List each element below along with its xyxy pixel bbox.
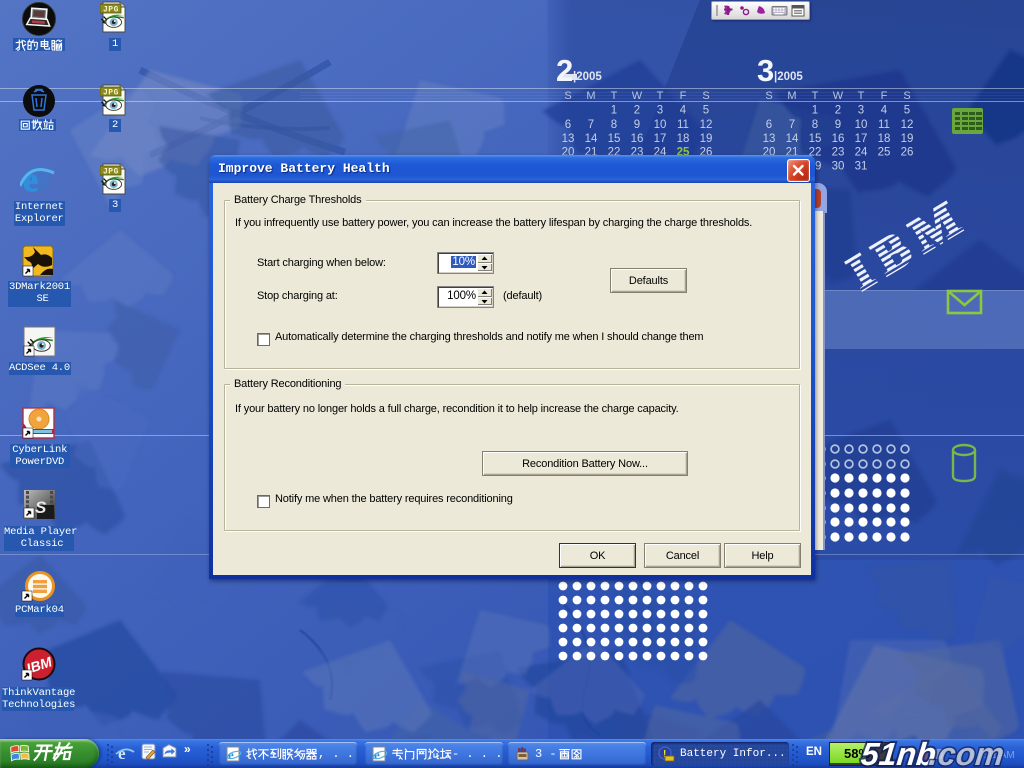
svg-text:F: F [881,90,888,102]
svg-text:12: 12 [901,119,914,131]
svg-text:|2005: |2005 [573,71,602,83]
svg-text:e: e [118,744,126,763]
svg-text:12: 12 [700,119,713,131]
svg-text:11: 11 [878,119,890,131]
svg-text:T: T [611,90,618,102]
svg-text:S: S [702,90,709,102]
svg-text:S: S [765,90,772,102]
svg-text:31: 31 [855,161,868,173]
svg-text:15: 15 [809,133,822,145]
svg-text:T: T [812,90,819,102]
svg-text:2: 2 [556,53,573,88]
svg-text:11: 11 [677,119,689,131]
svg-text:7: 7 [588,119,594,131]
svg-text:26: 26 [901,147,914,159]
svg-text:10: 10 [855,119,868,131]
svg-text:e: e [23,162,38,198]
svg-text:3: 3 [657,105,663,117]
svg-text:.com: .com [927,738,1005,768]
svg-text:51nb: 51nb [859,738,937,768]
svg-text:T: T [657,90,664,102]
svg-text:16: 16 [832,133,845,145]
svg-text:19: 19 [901,133,914,145]
svg-text:13: 13 [763,133,776,145]
svg-text:18: 18 [677,133,690,145]
svg-text:15: 15 [608,133,621,145]
svg-text:7: 7 [789,119,795,131]
svg-text:4: 4 [881,105,888,117]
svg-text:1: 1 [611,105,617,117]
svg-text:10: 10 [654,119,667,131]
svg-text:6: 6 [766,119,772,131]
svg-text:13: 13 [562,133,575,145]
svg-text:T: T [858,90,865,102]
svg-text:5: 5 [904,105,910,117]
svg-text:5: 5 [703,105,709,117]
svg-text:JPG: JPG [103,89,119,98]
svg-text:19: 19 [700,133,713,145]
svg-text:3: 3 [858,105,864,117]
svg-text:JPG: JPG [103,168,119,177]
svg-text:6: 6 [565,119,571,131]
svg-text:30: 30 [832,161,845,173]
svg-text:2: 2 [835,105,841,117]
svg-text:S: S [903,90,910,102]
svg-text:F: F [680,90,687,102]
svg-text:4: 4 [680,105,687,117]
svg-text:9: 9 [835,119,841,131]
svg-text:1: 1 [812,105,818,117]
svg-text:M: M [586,90,595,102]
svg-text:24: 24 [855,147,868,159]
svg-text:2: 2 [634,105,640,117]
svg-text:16: 16 [631,133,644,145]
svg-text:3: 3 [757,53,774,88]
svg-text:8: 8 [611,119,617,131]
svg-text:S: S [564,90,571,102]
svg-text:JPG: JPG [103,6,119,15]
svg-text:S: S [35,498,47,517]
svg-text:W: W [833,90,844,102]
svg-text:18: 18 [878,133,891,145]
svg-text:8: 8 [812,119,818,131]
svg-text:|2005: |2005 [774,71,803,83]
svg-text:17: 17 [855,133,868,145]
svg-text:9: 9 [634,119,640,131]
svg-text:23: 23 [832,147,845,159]
svg-text:M: M [787,90,796,102]
svg-text:»: » [184,742,191,756]
svg-text:25: 25 [878,147,891,159]
svg-text:17: 17 [654,133,667,145]
svg-text:14: 14 [786,133,799,145]
svg-text:14: 14 [585,133,598,145]
svg-text:W: W [632,90,643,102]
